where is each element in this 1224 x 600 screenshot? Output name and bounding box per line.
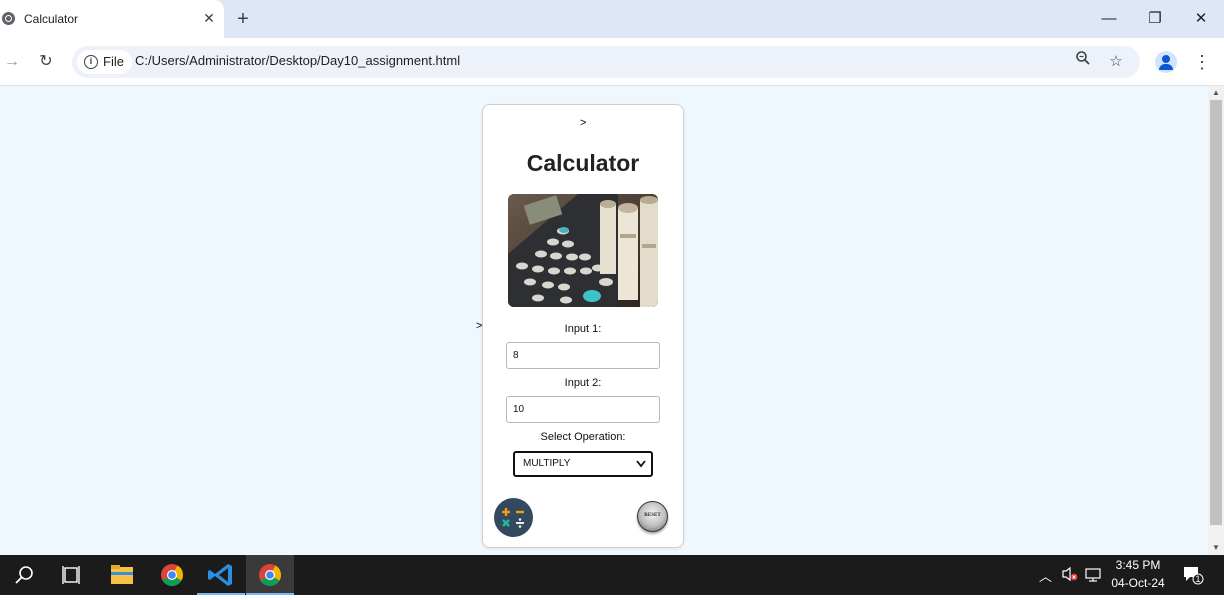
close-window-button[interactable]: ✕ <box>1178 0 1224 38</box>
zoom-icon[interactable] <box>1071 50 1095 74</box>
notification-count: 1 <box>1195 574 1201 584</box>
page-title: Calculator <box>526 150 640 176</box>
windows-taskbar: ︿ 3:45 PM 04-Oct-24 1 <box>0 555 1224 595</box>
bookmark-star-icon[interactable]: ☆ <box>1104 50 1128 74</box>
vscode-icon[interactable] <box>197 555 245 595</box>
browser-toolbar: → ↻ i File C:/Users/Administrator/Deskto… <box>0 38 1224 86</box>
restore-button[interactable]: ❐ <box>1132 0 1178 38</box>
scroll-up-icon[interactable]: ▲ <box>1208 86 1224 100</box>
scroll-thumb[interactable] <box>1210 100 1222 525</box>
speaker-muted-icon[interactable] <box>1061 566 1079 585</box>
file-explorer-icon[interactable] <box>98 555 146 595</box>
page-viewport: > > Calculator Input 1: 8 Input 2: 10 Se… <box>0 86 1208 555</box>
globe-icon <box>2 12 15 25</box>
tab-title: Calculator <box>24 12 79 26</box>
calculator-card: > Calculator Input 1: 8 Input 2: 10 Sele… <box>482 104 684 548</box>
profile-avatar-icon[interactable] <box>1155 51 1177 73</box>
search-icon[interactable] <box>0 555 48 595</box>
file-chip-label: File <box>103 54 124 69</box>
calculator-money-image <box>508 194 658 307</box>
operation-selected-value: MULTIPLY <box>523 458 571 469</box>
math-operators-icon <box>502 508 524 528</box>
url-text[interactable]: C:/Users/Administrator/Desktop/Day10_ass… <box>135 53 460 68</box>
chevron-up-icon[interactable]: ︿ <box>1039 566 1052 585</box>
operation-label: Select Operation: <box>540 431 626 443</box>
address-bar[interactable]: i File C:/Users/Administrator/Desktop/Da… <box>72 46 1140 78</box>
input1-field[interactable]: 8 <box>506 342 660 369</box>
new-tab-button[interactable]: + <box>232 8 254 30</box>
more-menu-icon[interactable]: ⋮ <box>1192 50 1212 74</box>
info-icon: i <box>84 55 98 69</box>
reset-button[interactable]: RESET <box>637 501 668 532</box>
operation-select[interactable]: MULTIPLY <box>513 451 653 477</box>
clock-time[interactable]: 3:45 PM <box>1106 558 1170 572</box>
forward-arrow-icon[interactable]: → <box>0 50 24 74</box>
reset-label: RESET <box>644 513 661 518</box>
tab-close-icon[interactable]: ✕ <box>200 9 218 27</box>
chrome-icon[interactable] <box>148 555 196 595</box>
clock-date[interactable]: 04-Oct-24 <box>1106 576 1170 590</box>
input2-label: Input 2: <box>564 377 602 389</box>
minimize-button[interactable]: — <box>1086 0 1132 38</box>
task-view-icon[interactable] <box>48 555 96 595</box>
site-info-chip[interactable]: i File <box>77 50 132 74</box>
calculate-button[interactable] <box>494 498 533 537</box>
input1-label: Input 1: <box>564 323 602 335</box>
vertical-scrollbar[interactable]: ▲ ▼ <box>1208 86 1224 555</box>
tab-strip: Calculator ✕ + — ❐ ✕ <box>0 0 1224 38</box>
chevron-down-icon <box>636 453 646 484</box>
stray-text-top: > <box>580 117 587 129</box>
browser-tab[interactable]: Calculator ✕ <box>0 0 224 38</box>
input2-field[interactable]: 10 <box>506 396 660 423</box>
scroll-down-icon[interactable]: ▼ <box>1208 541 1224 555</box>
chrome-active-icon[interactable] <box>246 555 294 595</box>
reload-icon[interactable]: ↻ <box>34 50 58 74</box>
network-icon[interactable] <box>1085 566 1103 585</box>
